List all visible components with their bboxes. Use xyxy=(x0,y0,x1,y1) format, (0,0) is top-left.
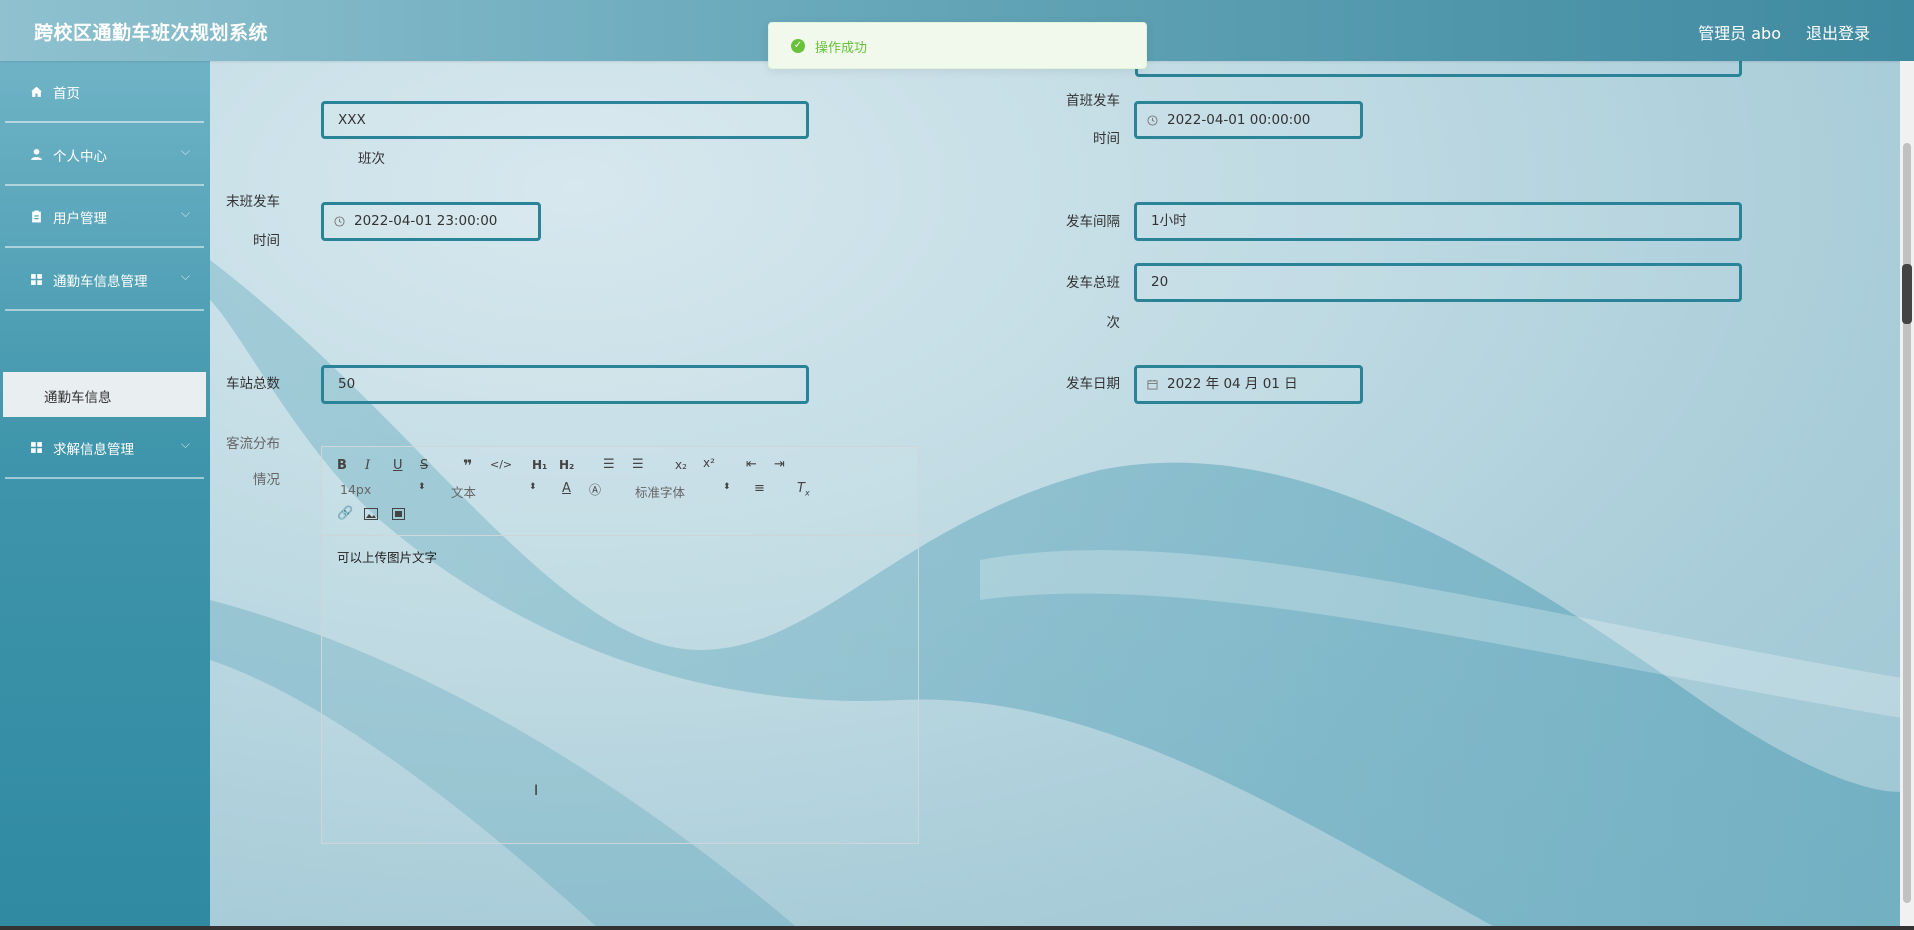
departure-date-value: 2022 年 04 月 01 日 xyxy=(1167,376,1298,392)
italic-button[interactable]: I xyxy=(365,458,370,473)
font-size-value: 14px xyxy=(340,482,372,497)
success-toast: ✓ 操作成功 xyxy=(768,22,1147,69)
rich-text-editor[interactable]: B I U S ❞ </> H₁ H₂ ☰ ☰ x₂ x² ⇤ ⇥ 14px ⬍… xyxy=(321,446,919,844)
toast-message: 操作成功 xyxy=(815,41,868,56)
editor-content[interactable]: 可以上传图片文字 xyxy=(337,547,437,566)
calendar-icon xyxy=(1147,379,1158,390)
scrollbar-indicator xyxy=(1902,264,1912,324)
total-trips-label-line2: 次 xyxy=(1106,315,1121,331)
last-departure-label-line2: 时间 xyxy=(253,233,280,249)
interval-label: 发车间隔 xyxy=(1066,214,1120,230)
last-departure-value: 2022-04-01 23:00:00 xyxy=(354,213,498,229)
home-icon xyxy=(31,86,42,97)
first-departure-label-line2: 时间 xyxy=(1093,131,1120,147)
page-scrollbar[interactable] xyxy=(1900,61,1914,930)
chevron-up-icon: ⌵ xyxy=(180,269,190,283)
clipboard-icon xyxy=(32,210,41,223)
bottom-edge xyxy=(0,926,1914,930)
font-size-select[interactable]: 14px ⬍ xyxy=(340,482,426,497)
chevron-down-icon: ⌵ xyxy=(180,144,190,158)
code-icon[interactable]: </> xyxy=(490,458,512,471)
logout-link[interactable]: 退出登录 xyxy=(1806,20,1870,44)
interval-input[interactable]: 1小时 xyxy=(1134,202,1742,241)
heading1-button[interactable]: H₁ xyxy=(532,458,547,472)
sidebar-item-label: 通勤车信息管理 xyxy=(53,274,148,290)
indent-icon[interactable]: ⇥ xyxy=(774,457,785,472)
departure-date-label: 发车日期 xyxy=(1066,376,1120,392)
select-arrows-icon: ⬍ xyxy=(723,482,731,492)
text-cursor-icon: I xyxy=(534,783,539,799)
font-family-select[interactable]: 标准字体 ⬍ xyxy=(635,482,731,501)
background-color-icon[interactable]: Ⓐ xyxy=(589,481,601,498)
link-icon[interactable]: 🔗 xyxy=(337,506,353,521)
sidebar-item-label: 求解信息管理 xyxy=(53,442,134,458)
total-trips-label-line1: 发车总班 xyxy=(1066,275,1120,291)
outdent-icon[interactable]: ⇤ xyxy=(746,457,757,472)
admin-username: 管理员 abo xyxy=(1698,24,1781,43)
app-title: 跨校区通勤车班次规划系统 xyxy=(34,22,269,44)
select-arrows-icon: ⬍ xyxy=(418,482,426,492)
sidebar-item-label: 个人中心 xyxy=(53,149,107,165)
chevron-down-icon: ⌵ xyxy=(180,206,190,220)
text-type-select[interactable]: 文本 ⬍ xyxy=(451,482,537,501)
clock-icon xyxy=(1147,115,1158,126)
scrollbar-thumb[interactable] xyxy=(1903,143,1911,903)
blockquote-icon[interactable]: ❞ xyxy=(463,456,472,475)
departure-date-picker[interactable]: 2022 年 04 月 01 日 xyxy=(1134,365,1363,404)
subscript-button[interactable]: x₂ xyxy=(675,458,687,472)
stations-label: 车站总数 xyxy=(226,376,280,392)
sidebar-item-user-management[interactable]: 用户管理 ⌵ xyxy=(5,186,204,248)
sidebar-subitem-shuttle-info[interactable]: 通勤车信息 xyxy=(3,372,206,417)
bold-button[interactable]: B xyxy=(337,458,347,473)
sidebar-item-shuttle-management[interactable]: 通勤车信息管理 ⌵ xyxy=(5,249,204,311)
sidebar-item-personal-center[interactable]: 个人中心 ⌵ xyxy=(5,124,204,186)
passenger-flow-label-line1: 客流分布 xyxy=(226,436,280,452)
editor-toolbar: B I U S ❞ </> H₁ H₂ ☰ ☰ x₂ x² ⇤ ⇥ 14px ⬍… xyxy=(322,447,918,536)
last-departure-time-picker[interactable]: 2022-04-01 23:00:00 xyxy=(321,202,541,241)
total-trips-input[interactable]: 20 xyxy=(1134,263,1742,302)
sidebar-item-label: 首页 xyxy=(53,86,80,102)
heading2-button[interactable]: H₂ xyxy=(559,458,574,472)
banci-label: 班次 xyxy=(358,151,385,167)
sidebar-subitem-label: 通勤车信息 xyxy=(44,390,112,406)
grid-icon xyxy=(31,442,42,453)
strikethrough-button[interactable]: S xyxy=(420,458,428,473)
sidebar-item-home[interactable]: 首页 xyxy=(5,61,204,123)
grid-icon xyxy=(31,274,42,285)
chevron-down-icon: ⌵ xyxy=(180,437,190,451)
font-color-icon[interactable]: A xyxy=(562,481,571,496)
video-icon[interactable] xyxy=(392,508,405,520)
banci-input[interactable]: XXX xyxy=(321,101,809,139)
last-departure-label-line1: 末班发车 xyxy=(226,194,280,210)
bullet-list-icon[interactable]: ☰ xyxy=(632,457,644,472)
check-circle-icon: ✓ xyxy=(791,39,805,53)
sidebar-item-label: 用户管理 xyxy=(53,211,107,227)
align-icon[interactable]: ≡ xyxy=(754,481,765,496)
passenger-flow-label-line2: 情况 xyxy=(253,472,280,488)
first-departure-value: 2022-04-01 00:00:00 xyxy=(1167,112,1311,128)
superscript-button[interactable]: x² xyxy=(703,456,715,470)
image-icon[interactable] xyxy=(364,508,378,520)
clear-format-icon[interactable]: Tx xyxy=(797,481,810,498)
sidebar: 首页 个人中心 ⌵ 用户管理 ⌵ 通勤车信息管理 ⌵ 通勤车信息 求解信息管理 … xyxy=(0,61,210,930)
underline-button[interactable]: U xyxy=(393,458,403,473)
select-arrows-icon: ⬍ xyxy=(529,482,537,492)
first-departure-label-line1: 首班发车 xyxy=(1066,93,1120,109)
ordered-list-icon[interactable]: ☰ xyxy=(603,457,615,472)
clock-icon xyxy=(334,216,345,227)
user-icon xyxy=(31,148,42,160)
text-type-value: 文本 xyxy=(451,485,477,500)
stations-input[interactable]: 50 xyxy=(321,365,809,404)
first-departure-time-picker[interactable]: 2022-04-01 00:00:00 xyxy=(1134,101,1363,139)
font-family-value: 标准字体 xyxy=(635,485,686,500)
sidebar-item-solution-management[interactable]: 求解信息管理 ⌵ xyxy=(5,417,204,479)
